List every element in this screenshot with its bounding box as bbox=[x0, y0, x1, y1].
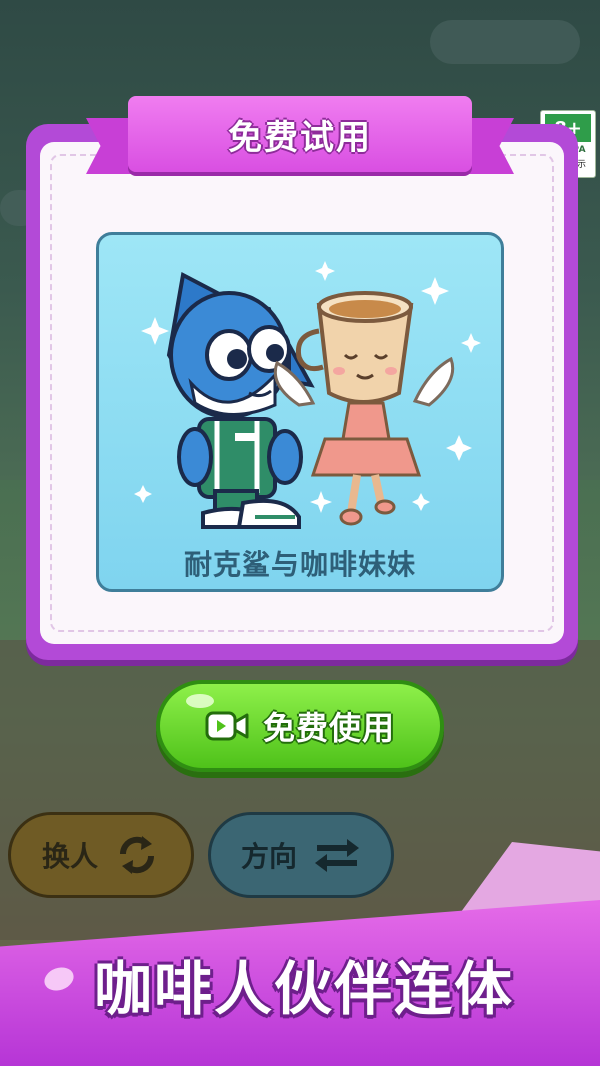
character-name: 耐克鲨与咖啡妹妹 bbox=[183, 548, 416, 581]
title-ribbon: 免费试用 bbox=[128, 96, 472, 172]
direction-label: 方向 bbox=[240, 840, 297, 873]
cloud bbox=[430, 20, 580, 64]
direction-button[interactable]: 方向 bbox=[208, 812, 394, 898]
banner-title: 咖啡人伙伴连体 bbox=[94, 955, 515, 1023]
button-shine bbox=[186, 694, 214, 708]
coffee-girl-character bbox=[273, 291, 455, 526]
refresh-icon bbox=[119, 836, 155, 874]
video-camera-icon bbox=[205, 711, 249, 741]
swap-label: 换人 bbox=[41, 840, 98, 873]
character-preview-card: 耐克鲨与咖啡妹妹 bbox=[96, 232, 504, 592]
swap-character-button[interactable]: 换人 bbox=[8, 812, 194, 898]
free-use-button[interactable]: 免费使用 bbox=[156, 680, 444, 772]
character-illustration bbox=[134, 261, 481, 529]
swap-arrows-icon bbox=[315, 839, 359, 872]
shark-character bbox=[166, 271, 315, 529]
free-use-label: 免费使用 bbox=[262, 709, 395, 747]
dialog-title: 免费试用 bbox=[228, 117, 372, 158]
